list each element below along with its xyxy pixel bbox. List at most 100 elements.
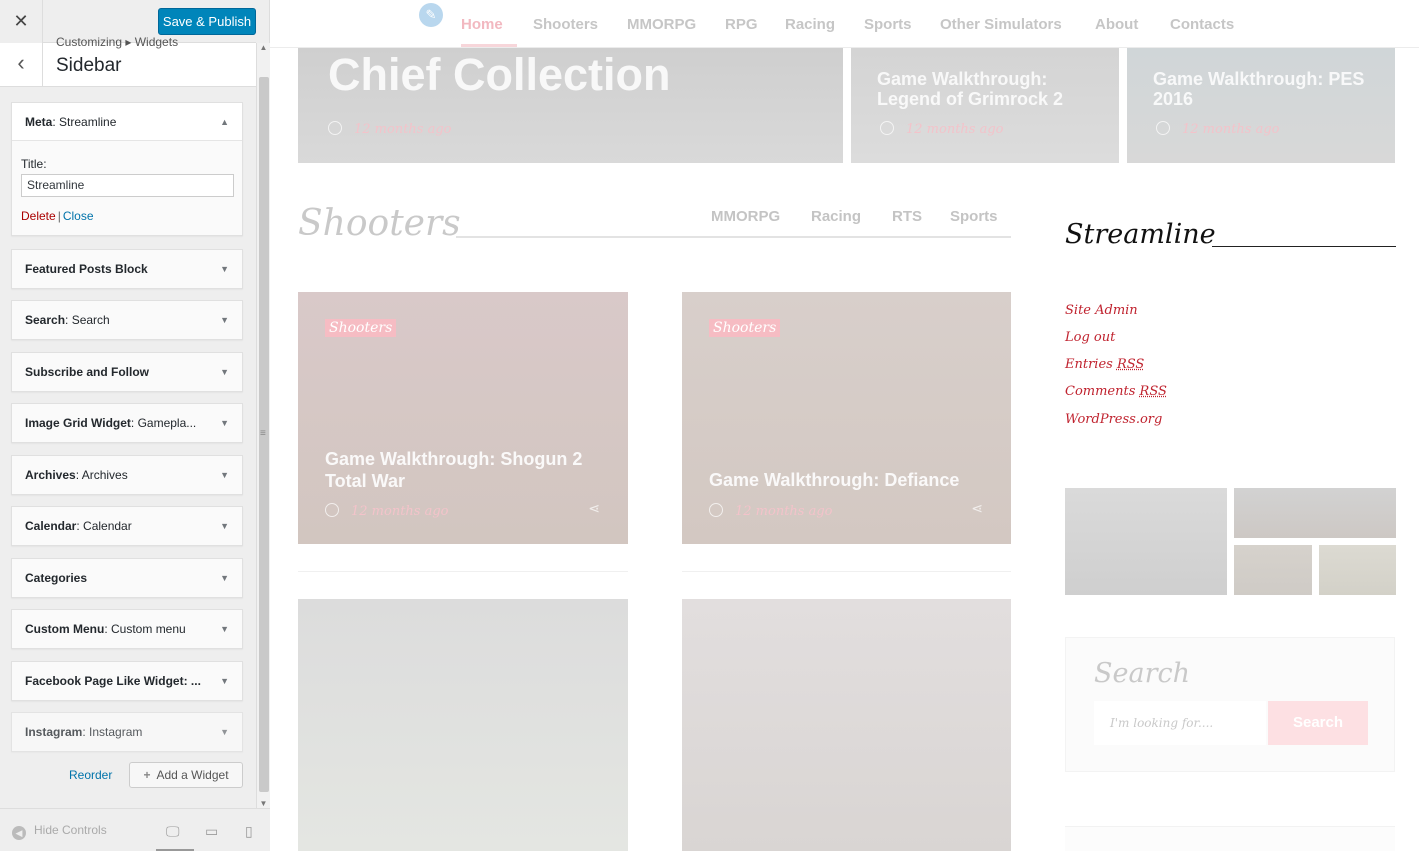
subtab-mmorpg[interactable]: MMORPG [711,208,780,225]
card-divider [298,571,628,572]
post-card[interactable]: Shooters Game Walkthrough: Defiance 12 m… [682,292,1011,544]
widget-name: Image Grid Widget [25,416,131,430]
nav-contacts[interactable]: Contacts [1170,16,1234,33]
widget-categories[interactable]: Categories ▼ [11,558,243,598]
category-section-title: Shooters [298,203,461,244]
post-card[interactable]: Shooters Game Walkthrough: Shogun 2 Tota… [298,292,628,544]
close-link[interactable]: Close [63,209,94,223]
widget-instagram[interactable]: Instagram: Instagram ▼ [11,712,243,752]
meta-link-entries-rss[interactable]: Entries RSS [1065,357,1144,372]
meta-link-log-out[interactable]: Log out [1065,330,1115,345]
save-publish-button[interactable]: Save & Publish [158,8,256,35]
title-input[interactable]: Streamline [21,174,234,197]
widget-meta: Meta: Streamline ▲ Title: Streamline Del… [11,102,243,236]
hide-controls-button[interactable]: ◀ Hide Controls [12,823,107,840]
widget-meta-header[interactable]: Meta: Streamline ▲ [12,103,242,141]
meta-link-wordpress-org[interactable]: WordPress.org [1065,412,1162,427]
post-meta: 12 months ago [325,503,449,519]
next-widget [1065,826,1395,851]
featured-title[interactable]: Game Walkthrough: PES 2016 [1153,69,1383,109]
image-grid-item[interactable] [1234,488,1396,538]
nav-about[interactable]: About [1095,16,1138,33]
expand-arrow-icon[interactable]: ▼ [220,418,229,428]
widget-subtitle: : Streamline [52,114,117,129]
meta-link-site-admin[interactable]: Site Admin [1065,303,1138,318]
collapse-arrow-icon[interactable]: ▲ [220,117,229,127]
expand-arrow-icon[interactable]: ▼ [220,264,229,274]
featured-meta: 12 months ago [1156,121,1280,137]
tablet-preview-icon[interactable]: ▭ [205,823,218,840]
chevron-left-icon: ‹ [17,50,25,75]
widget-featured-posts[interactable]: Featured Posts Block ▼ [11,249,243,289]
meta-link-comments-rss[interactable]: Comments RSS [1065,384,1167,399]
subtab-sports[interactable]: Sports [950,208,998,225]
desktop-preview-icon[interactable]: 🖵 [166,823,180,840]
image-grid-item[interactable] [1234,545,1312,595]
expand-arrow-icon[interactable]: ▼ [220,521,229,531]
post-title[interactable]: Game Walkthrough: Shogun 2 Total War [325,448,615,492]
featured-title[interactable]: Game Walkthrough: Legend of Grimrock 2 [877,69,1097,109]
nav-rpg[interactable]: RPG [725,16,758,33]
card-divider [682,571,1011,572]
search-widget-title: Search [1094,658,1190,689]
widget-calendar[interactable]: Calendar: Calendar ▼ [11,506,243,546]
mobile-preview-icon[interactable]: ▯ [245,823,253,840]
share-icon[interactable]: ⋖ [588,500,600,517]
reorder-link[interactable]: Reorder [69,768,112,782]
post-card-image[interactable] [298,599,628,851]
expand-arrow-icon[interactable]: ▼ [220,315,229,325]
scroll-up-arrow-icon[interactable]: ▲ [257,43,270,52]
share-icon[interactable]: ⋖ [971,500,983,517]
category-badge[interactable]: Shooters [325,319,397,337]
widget-image-grid[interactable]: Image Grid Widget: Gamepla... ▼ [11,403,243,443]
image-grid-item[interactable] [1065,488,1227,595]
nav-shooters[interactable]: Shooters [533,16,598,33]
search-input[interactable]: I'm looking for.... [1094,701,1266,745]
featured-post-large[interactable]: Chief Collection 12 months ago [298,48,843,163]
widget-subtitle: : Archives [75,468,128,482]
clock-icon [880,121,894,135]
featured-post[interactable]: Game Walkthrough: Legend of Grimrock 2 1… [851,48,1119,163]
expand-arrow-icon[interactable]: ▼ [220,367,229,377]
expand-arrow-icon[interactable]: ▼ [220,573,229,583]
widget-facebook-page[interactable]: Facebook Page Like Widget: ... ▼ [11,661,243,701]
category-badge[interactable]: Shooters [709,319,781,337]
nav-mmorpg[interactable]: MMORPG [627,16,696,33]
edit-shortcut-pencil-icon[interactable]: ✎ [419,3,443,27]
widget-name: Meta [25,114,53,129]
nav-sports[interactable]: Sports [864,16,912,33]
widget-subtitle: : Custom menu [104,622,186,636]
search-button[interactable]: Search [1268,701,1368,745]
widget-subtitle: : Instagram [82,725,143,739]
back-button[interactable]: ‹ [0,43,43,87]
post-card-image[interactable] [682,599,1011,851]
widget-name: Custom Menu [25,622,105,636]
widget-custom-menu[interactable]: Custom Menu: Custom menu ▼ [11,609,243,649]
section-divider [456,236,1011,238]
widget-archives[interactable]: Archives: Archives ▼ [11,455,243,495]
widget-subscribe-follow[interactable]: Subscribe and Follow ▼ [11,352,243,392]
delete-link[interactable]: Delete [21,209,56,223]
resize-grip-icon[interactable]: ≡ [260,428,266,439]
subtab-racing[interactable]: Racing [811,208,861,225]
expand-arrow-icon[interactable]: ▼ [220,727,229,737]
nav-racing[interactable]: Racing [785,16,835,33]
widget-name: Calendar [25,519,77,533]
post-title[interactable]: Game Walkthrough: Defiance [709,469,999,491]
nav-home[interactable]: Home [461,16,503,33]
featured-meta: 12 months ago [328,121,452,137]
subtab-rts[interactable]: RTS [892,208,922,225]
clock-icon [709,503,723,517]
close-customizer-button[interactable]: ✕ [0,0,43,43]
nav-other-simulators[interactable]: Other Simulators [940,16,1062,33]
add-widget-button[interactable]: + Add a Widget [129,762,243,788]
expand-arrow-icon[interactable]: ▼ [220,676,229,686]
expand-arrow-icon[interactable]: ▼ [220,470,229,480]
featured-title[interactable]: Chief Collection [328,49,671,101]
expand-arrow-icon[interactable]: ▼ [220,624,229,634]
panel-scrollbar[interactable]: ▲ ≡ ▼ [256,43,270,808]
scroll-down-arrow-icon[interactable]: ▼ [257,799,270,808]
widget-search[interactable]: Search: Search ▼ [11,300,243,340]
featured-post[interactable]: Game Walkthrough: PES 2016 12 months ago [1127,48,1395,163]
image-grid-item[interactable] [1319,545,1396,595]
